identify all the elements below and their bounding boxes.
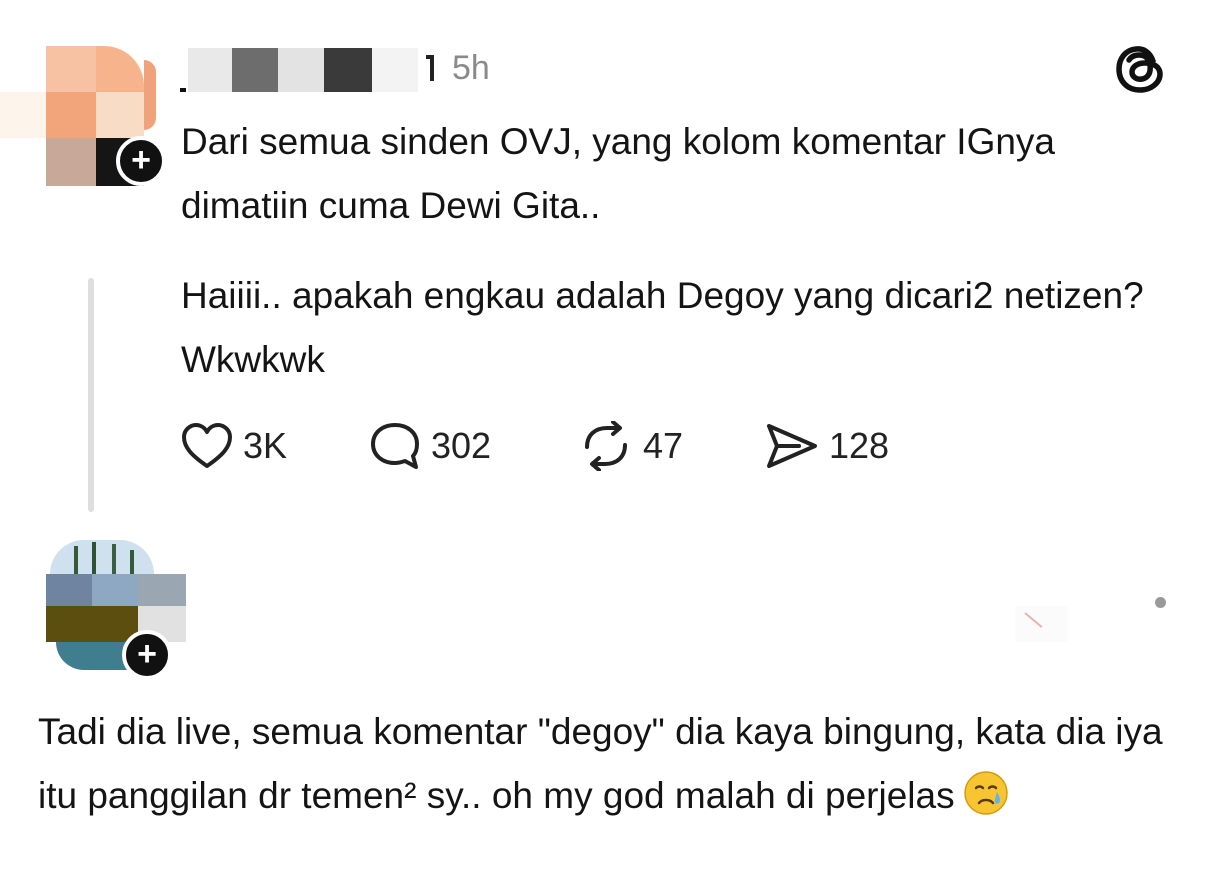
- threads-logo[interactable]: [1112, 40, 1170, 98]
- avatar-pixel: [144, 60, 156, 130]
- send-icon: [767, 424, 817, 468]
- share-button[interactable]: 128: [765, 420, 889, 472]
- more-icon[interactable]: [1155, 597, 1166, 608]
- avatar-pixel: [46, 46, 96, 92]
- thread-line: [88, 278, 94, 512]
- avatar[interactable]: +: [46, 540, 186, 680]
- username-fragment: [426, 55, 434, 81]
- crying-face-icon: [963, 771, 1008, 815]
- blurred-name: [1015, 606, 1067, 642]
- reply-button[interactable]: 302: [369, 420, 491, 472]
- repost-button[interactable]: 47: [579, 420, 683, 472]
- avatar-pixel: [50, 540, 154, 574]
- blur-block: [278, 48, 324, 92]
- reply-count: 302: [431, 425, 492, 466]
- blur-block: [188, 48, 232, 92]
- avatar-pixel: [92, 574, 138, 606]
- avatar-pixel: [46, 138, 96, 186]
- like-button[interactable]: 3K: [181, 420, 287, 472]
- avatar-pixel: [46, 574, 92, 606]
- like-count: 3K: [243, 425, 288, 466]
- repost-icon: [585, 421, 627, 471]
- blur-block: [372, 48, 418, 92]
- follow-plus-icon[interactable]: +: [116, 136, 166, 186]
- avatar-pixel: [138, 574, 186, 606]
- avatar-pixel: [96, 46, 144, 92]
- repost-count: 47: [643, 425, 684, 466]
- avatar-pixel: [46, 606, 138, 642]
- share-count: 128: [829, 425, 890, 466]
- blur-block: [324, 48, 372, 92]
- follow-plus-icon[interactable]: +: [122, 630, 172, 680]
- heart-icon: [182, 423, 232, 468]
- post-timestamp: 5h: [452, 49, 490, 87]
- comment-bubble-icon: [371, 423, 419, 469]
- blur-block: [232, 48, 278, 92]
- blur-block: [180, 88, 186, 92]
- avatar[interactable]: +: [46, 46, 166, 186]
- avatar-pixel: [96, 92, 144, 138]
- avatar-pixel: [46, 92, 96, 138]
- reply-body: Tadi dia live, semua komentar "degoy" di…: [38, 700, 1178, 828]
- username-blurred[interactable]: [180, 48, 425, 92]
- post-body: Dari semua sinden OVJ, yang kolom koment…: [181, 121, 1055, 226]
- post-body-continuation: Haiiii.. apakah engkau adalah Degoy yang…: [181, 275, 1144, 380]
- avatar-edge: [0, 92, 46, 138]
